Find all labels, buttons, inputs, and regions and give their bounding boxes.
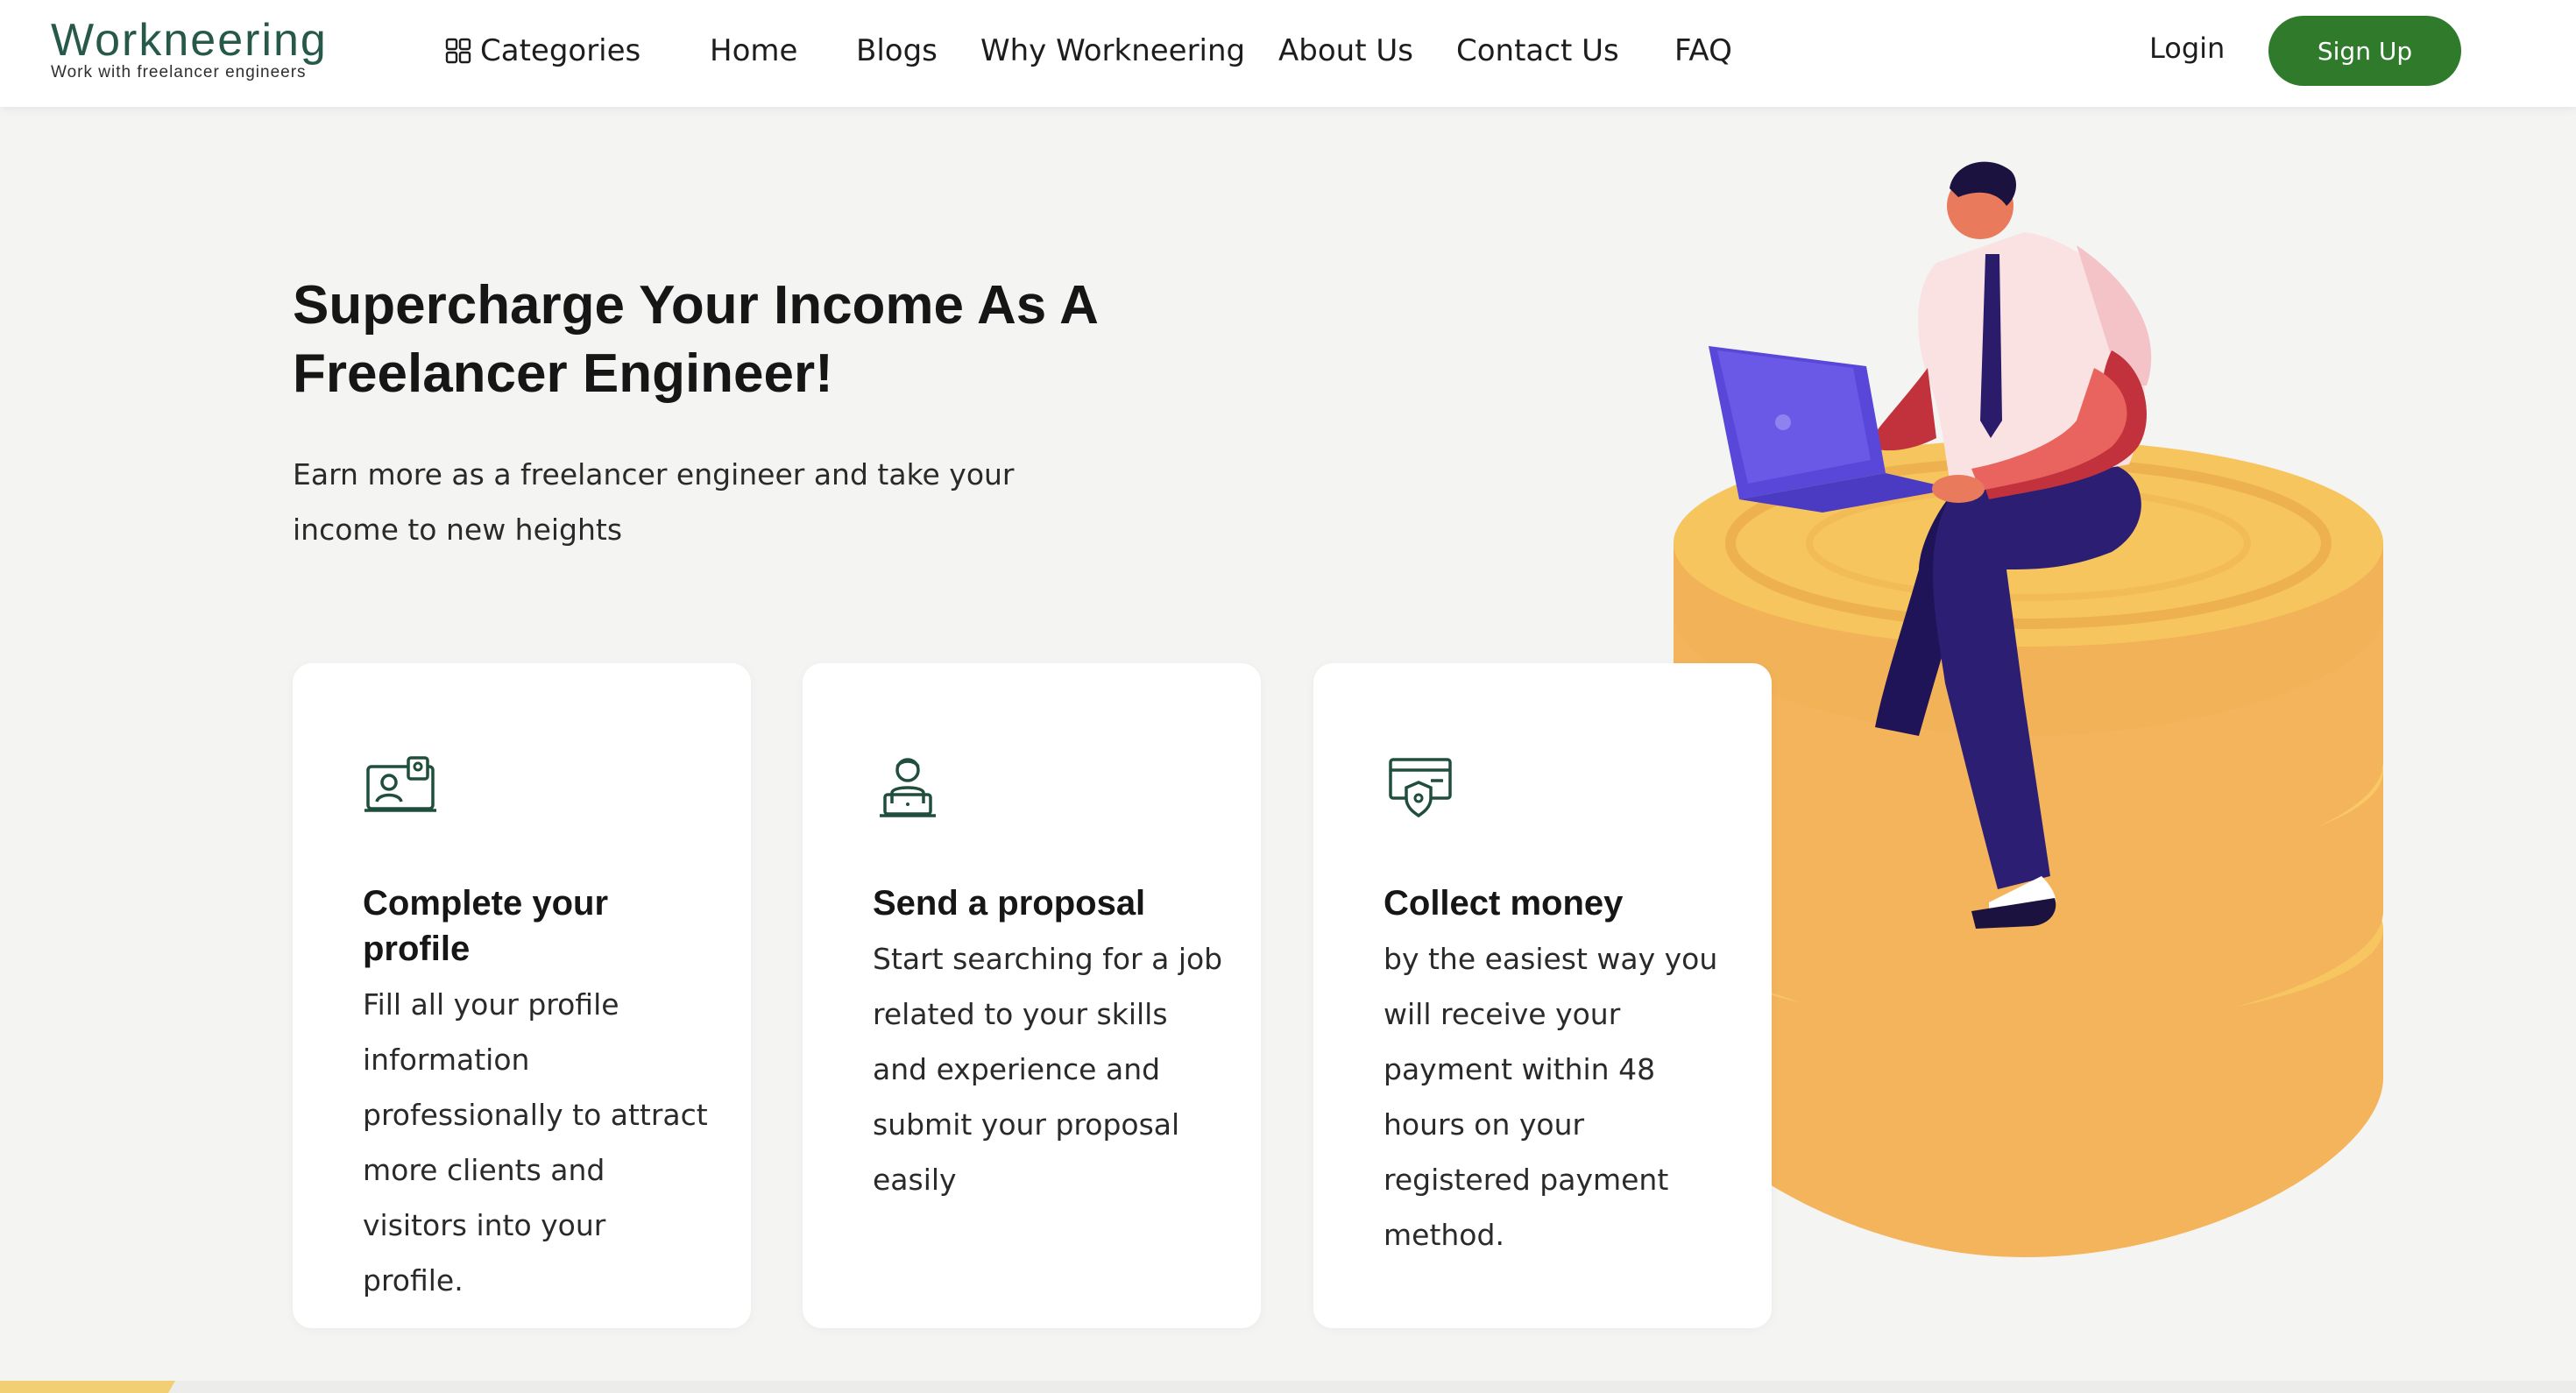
logo-wordmark: Workneering (51, 15, 328, 66)
card-title: Complete your profile (363, 884, 609, 968)
login-link[interactable]: Login (2149, 26, 2225, 70)
nav-categories[interactable]: Categories (445, 26, 640, 75)
logo[interactable]: Workneering Work with freelancer enginee… (51, 14, 401, 82)
step-card-profile: Complete your profile Fill all your prof… (293, 663, 751, 1328)
site-header: Workneering Work with freelancer enginee… (0, 0, 2576, 107)
person-laptop-icon (880, 758, 936, 817)
nav-about-us[interactable]: About Us (1278, 26, 1413, 75)
signup-button[interactable]: Sign Up (2268, 16, 2461, 86)
card-description: Fill all your profile information profes… (363, 987, 708, 1298)
hero-title: Supercharge Your Income As A Freelancer … (293, 275, 1097, 404)
card-description: Start searching for a job related to you… (873, 942, 1223, 1197)
next-section-edge (0, 1381, 2576, 1393)
profile-card-icon (364, 756, 436, 812)
nav-home[interactable]: Home (710, 26, 797, 75)
nav-blogs[interactable]: Blogs (856, 26, 938, 75)
nav-faq[interactable]: FAQ (1674, 26, 1732, 75)
step-card-proposal: Send a proposal Start searching for a jo… (803, 663, 1261, 1328)
card-title: Send a proposal (873, 884, 1146, 923)
hero-illustration (1674, 161, 2383, 1257)
nav-why-workneering[interactable]: Why Workneering (980, 26, 1245, 75)
next-section-accent (0, 1381, 175, 1393)
step-card-collect: Collect money by the easiest way you wil… (1313, 663, 1772, 1328)
logo-tagline: Work with freelancer engineers (51, 63, 307, 81)
hero-subtitle: Earn more as a freelancer engineer and t… (293, 457, 1015, 547)
card-title: Collect money (1384, 884, 1624, 923)
nav-categories-label: Categories (480, 33, 641, 68)
payment-shield-icon (1389, 758, 1452, 818)
card-description: by the easiest way you will receive your… (1384, 942, 1718, 1252)
nav-contact-us[interactable]: Contact Us (1456, 26, 1619, 75)
grid-icon (445, 38, 471, 64)
